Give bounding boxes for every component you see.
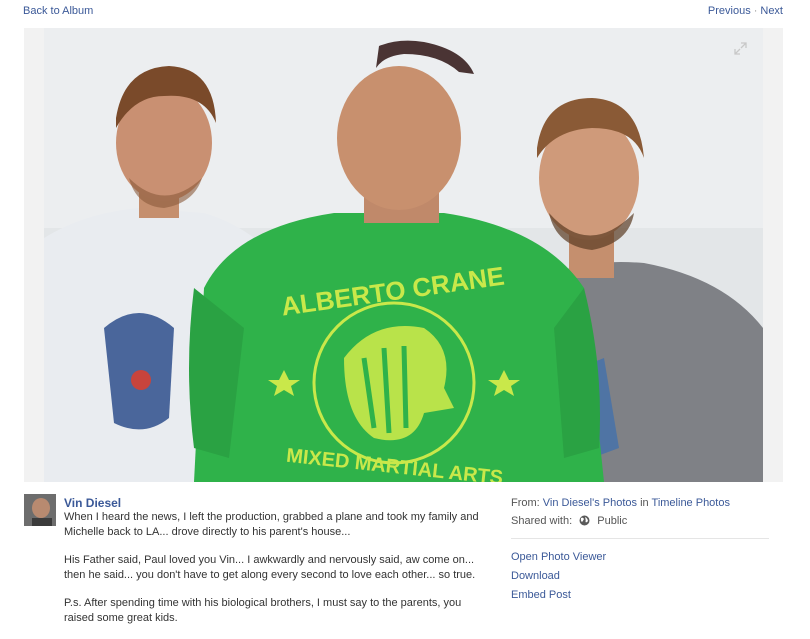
photo[interactable]: ALBERTO CRANE MIXED MARTIAL ARTS (44, 28, 763, 482)
next-link[interactable]: Next (760, 5, 783, 17)
embed-post-link[interactable]: Embed Post (511, 589, 571, 601)
photo-meta: From: Vin Diesel's Photos in Timeline Ph… (511, 496, 771, 532)
shared-label: Shared with: (511, 515, 573, 527)
expand-icon[interactable] (734, 42, 747, 55)
in-word: in (640, 497, 649, 509)
back-to-album-link[interactable]: Back to Album (23, 5, 93, 17)
post-text: When I heard the news, I left the produc… (64, 510, 484, 639)
photo-illustration: ALBERTO CRANE MIXED MARTIAL ARTS (44, 28, 763, 482)
post-paragraph: When I heard the news, I left the produc… (64, 511, 479, 538)
meta-divider (511, 538, 769, 539)
photo-nav-bar: Back to Album Previous · Next (0, 0, 810, 22)
from-photos-link[interactable]: Vin Diesel's Photos (543, 497, 637, 509)
photo-actions: Open Photo Viewer Download Embed Post (511, 550, 606, 607)
open-photo-viewer-link[interactable]: Open Photo Viewer (511, 551, 606, 563)
globe-icon (579, 515, 590, 526)
center-person-head (337, 66, 461, 210)
from-row: From: Vin Diesel's Photos in Timeline Ph… (511, 496, 771, 514)
pager-separator: · (753, 5, 758, 17)
post-paragraph: P.s. After spending time with his biolog… (64, 597, 462, 624)
post-paragraph: His Father said, Paul loved you Vin... I… (64, 554, 476, 581)
pager: Previous · Next (708, 5, 783, 17)
album-link[interactable]: Timeline Photos (652, 497, 730, 509)
previous-link[interactable]: Previous (708, 5, 751, 17)
avatar[interactable] (24, 494, 56, 526)
post-author-link[interactable]: Vin Diesel (64, 496, 121, 510)
from-label: From: (511, 497, 540, 509)
download-link[interactable]: Download (511, 570, 560, 582)
privacy-value[interactable]: Public (597, 515, 627, 527)
photo-stage: ALBERTO CRANE MIXED MARTIAL ARTS (24, 28, 783, 482)
shared-row: Shared with: Public (511, 514, 771, 532)
